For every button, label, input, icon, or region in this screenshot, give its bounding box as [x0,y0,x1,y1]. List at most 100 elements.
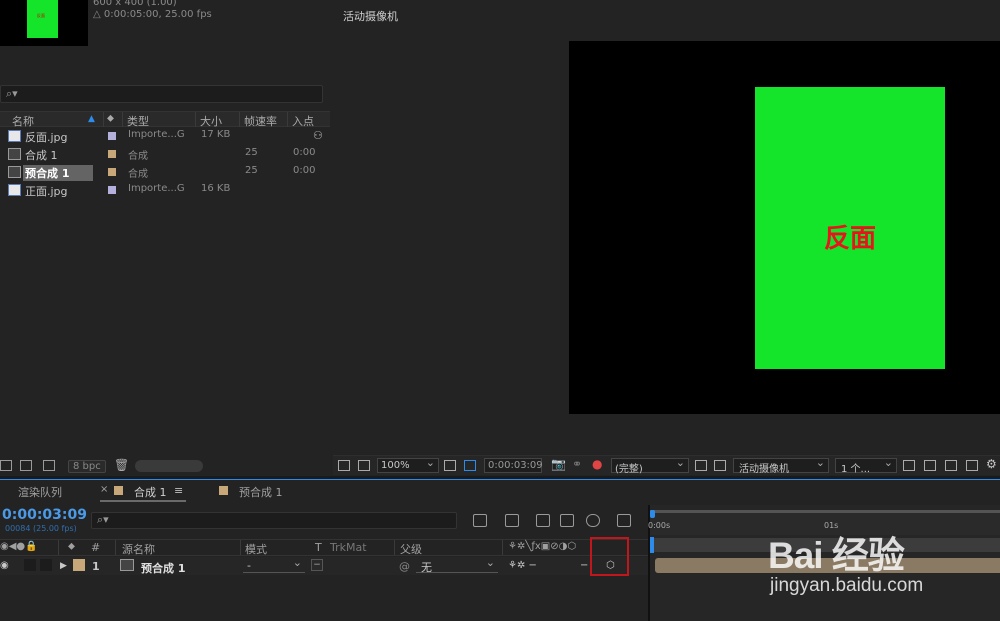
tab-menu-icon[interactable]: ≡ [174,484,183,497]
grid-options-icon[interactable] [903,460,915,471]
reset-exposure-icon[interactable] [924,460,936,471]
camera-dropdown[interactable]: 活动摄像机 [733,456,829,475]
tab-precomp1[interactable]: 预合成 1 [239,484,283,500]
col-layer-number[interactable]: # [91,541,100,554]
av-features-icons[interactable]: ◉◀●🔒 [0,541,38,552]
layer-switches-icons[interactable]: ⚘✲╲ƒx▣⊘◑⬡ [508,541,576,552]
visibility-eye-icon[interactable]: ◉ [0,560,9,571]
layer-switches-row[interactable]: ⚘✲ − [508,560,537,571]
active-tab-underline [100,500,186,502]
comp-label-swatch [219,486,228,495]
label-tag-icon[interactable]: ⬥ [107,113,114,124]
info-duration: △ 0:00:05:00, 25.00 fps [93,9,212,20]
time-navigator[interactable] [650,538,1000,552]
resolution-dropdown[interactable]: (完整) [611,456,689,475]
solo-toggle[interactable] [40,559,52,571]
flowchart-icon[interactable] [966,460,978,471]
item-type: 合成 [128,169,148,180]
always-preview-icon[interactable] [338,460,350,471]
item-type: 合成 [128,151,148,162]
item-type: Importe...G [128,183,185,194]
project-info: 600 x 400 (1.00) △ 0:00:05:00, 25.00 fps [93,0,212,21]
label-tag-icon[interactable]: ⬥ [68,541,75,552]
col-parent[interactable]: 父级 [400,541,422,557]
monitor-icon[interactable] [358,460,370,471]
composition-icon [8,166,21,178]
toggle-mask-icon[interactable] [714,460,726,471]
playhead-handle[interactable] [650,510,655,518]
col-source-name[interactable]: 源名称 [122,541,155,557]
new-folder-icon[interactable] [20,460,32,471]
hide-shy-layers-icon[interactable] [536,514,550,527]
frame-blending-icon[interactable] [560,514,574,527]
blend-mode-dropdown[interactable]: - ⌄ [243,556,305,573]
col-mode[interactable]: 模式 [245,541,267,557]
zoom-dropdown[interactable]: 100% [377,456,439,473]
item-size: 17 KB [201,129,231,140]
trkmat-toggle[interactable]: − [311,559,323,571]
bit-depth-button[interactable]: 8 bpc [68,460,106,473]
ruler-label-1s: 01s [824,521,839,530]
show-snapshot-icon[interactable]: ⚭ [572,457,582,471]
col-trkmat[interactable]: TrkMat [330,541,367,554]
chevron-down-icon: ⌄ [292,556,302,569]
toggle-transparency-grid-icon[interactable] [695,460,707,471]
label-color-swatch[interactable] [108,168,116,176]
comp-flowchart-icon[interactable] [473,514,487,527]
project-item-selected[interactable]: 预合成 1 合成 25 0:00 [0,163,316,181]
adjustment-layer-toggle[interactable]: − [580,560,588,571]
region-of-interest-icon[interactable] [464,460,476,471]
graph-editor-icon[interactable] [617,514,631,527]
label-color-swatch[interactable] [108,132,116,140]
project-item[interactable]: 反面.jpg Importe...G 17 KB [0,127,312,145]
flowchart-icon[interactable]: ⚇ [313,129,323,142]
project-thumbnail: 反面 [0,0,88,46]
pickwhip-icon[interactable]: @ [399,560,410,573]
label-color-swatch[interactable] [108,186,116,194]
label-color-swatch[interactable] [108,150,116,158]
project-panel [0,0,330,476]
draft-3d-icon[interactable] [505,514,519,527]
viewer-timecode[interactable]: 0:00:03:09 [484,458,543,473]
item-name: 反面.jpg [25,131,68,144]
settings-gear-icon[interactable]: ⚙ [986,457,997,471]
expand-triangle-icon[interactable]: ▶ [60,561,67,571]
timeline-search-input[interactable]: ⌕▾ [91,512,457,529]
close-tab-icon[interactable]: × [100,484,108,495]
layer-name[interactable]: 预合成 1 [141,560,185,576]
tab-comp1[interactable]: 合成 1 [134,484,167,500]
new-composition-icon[interactable] [43,460,55,471]
3d-view-icon[interactable] [945,460,957,471]
layer-duration-bar[interactable] [655,558,1000,573]
views-dropdown[interactable]: 1 个... [835,456,897,475]
project-item[interactable]: 合成 1 合成 25 0:00 [0,145,315,163]
camera-snapshot-icon[interactable]: 📷 [551,457,566,471]
sort-ascending-icon[interactable]: ▲ [88,114,95,124]
image-file-icon [8,130,21,142]
project-scrollbar[interactable] [135,460,203,472]
col-t[interactable]: T [315,541,322,554]
timeline-timecode[interactable]: 0:00:03:09 [2,507,87,523]
motion-blur-icon[interactable] [586,514,600,527]
trash-icon[interactable]: 🗑 [114,458,129,472]
audio-toggle[interactable] [24,559,36,571]
project-item[interactable]: 正面.jpg Importe...G 16 KB [0,181,312,199]
search-icon: ⌕▾ [6,87,18,100]
viewer-toolbar: 100% 0:00:03:09 📷 ⚭ ● (完整) 活动摄像机 1 个... … [333,455,1000,475]
current-time-indicator[interactable] [650,537,654,553]
project-search-input[interactable]: ⌕▾ [0,85,323,103]
thumbnail-text: 反面 [37,13,45,18]
highlight-box [590,537,629,576]
fit-icon[interactable] [444,460,456,471]
layer-label-swatch[interactable] [73,559,85,571]
tab-render-queue[interactable]: 渲染队列 [18,484,62,500]
item-size: 16 KB [201,183,231,194]
layer-number: 1 [92,560,100,573]
item-in-point: 0:00 [293,165,316,176]
views-value: 1 个... [841,464,871,475]
parent-dropdown[interactable]: 无 ⌄ [416,556,498,574]
color-channels-icon[interactable]: ● [592,457,602,471]
image-file-icon [8,184,21,196]
composition-icon [8,148,21,160]
interpret-footage-icon[interactable] [0,460,12,471]
